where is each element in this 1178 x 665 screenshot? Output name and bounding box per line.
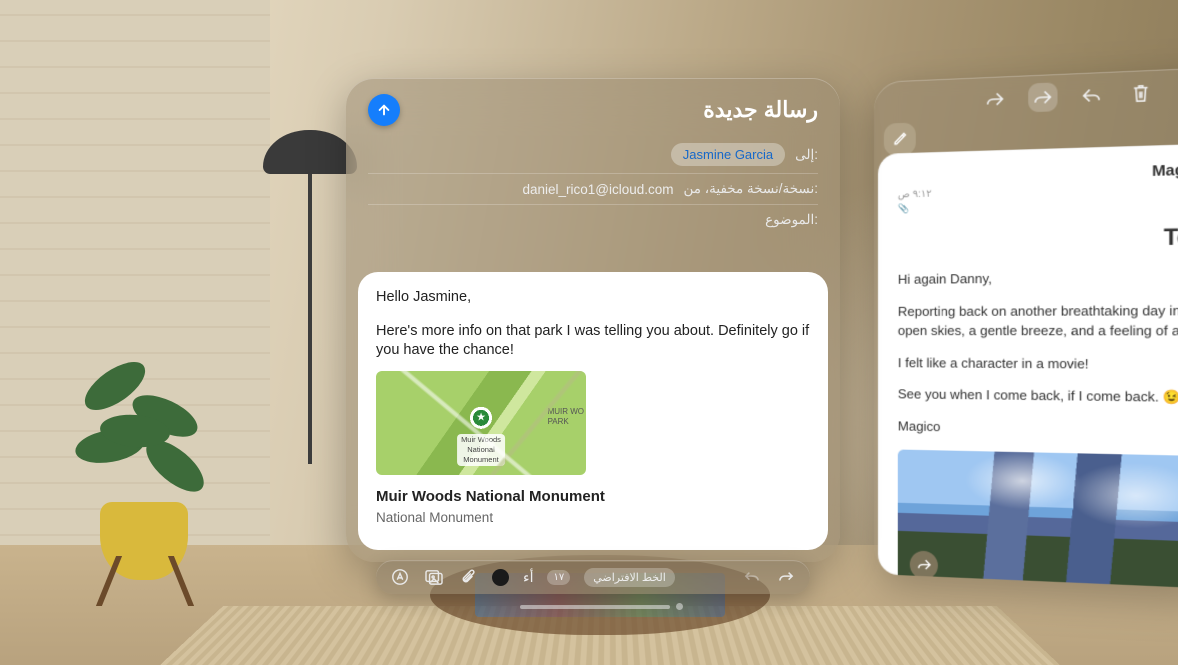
map-side-label: MUIR WO PARK <box>548 407 584 429</box>
compose-title: رسالة جديدة <box>703 97 818 123</box>
reply-icon[interactable] <box>1077 80 1107 110</box>
to-row[interactable]: Jasmine Garcia إلى: <box>346 136 840 173</box>
format-toolbar: أء ١٧ الخط الافتراضي <box>376 560 810 594</box>
reader-toolbar <box>874 67 1178 126</box>
from-email: daniel_rico1@icloud.com <box>522 182 673 197</box>
reader-p3: I felt like a character in a movie! <box>898 354 1178 375</box>
window-close-dot[interactable] <box>676 603 683 610</box>
compose-body[interactable]: Hello Jasmine, Here's more info on that … <box>358 272 828 550</box>
body-greeting: Hello Jasmine, <box>376 288 810 308</box>
compose-window: رسالة جديدة Jasmine Garcia إلى: daniel_r… <box>346 78 840 562</box>
reader-attachment-photo[interactable] <box>898 449 1178 589</box>
markup-icon[interactable] <box>390 567 410 587</box>
reader-signature: Magico <box>898 418 1178 443</box>
cc-row[interactable]: daniel_rico1@icloud.com نسخة/نسخة مخفية،… <box>346 174 840 204</box>
reader-p1: Hi again Danny, <box>898 268 1178 290</box>
photo-insert-icon[interactable] <box>424 567 444 587</box>
share-forward-icon[interactable] <box>981 84 1010 114</box>
body-paragraph: Here's more info on that park I was tell… <box>376 322 810 361</box>
reader-p2: Reporting back on another breathtaking d… <box>898 302 1178 342</box>
trash-icon[interactable] <box>1126 78 1156 109</box>
cc-label: نسخة/نسخة مخفية، من: <box>684 181 818 197</box>
map-preview[interactable]: ★ Muir Woods National Monument MUIR WO P… <box>376 371 586 475</box>
undo-icon[interactable] <box>742 567 762 587</box>
compose-new-button[interactable] <box>884 122 916 155</box>
subject-row[interactable]: الموضوع: <box>346 205 840 235</box>
send-button[interactable] <box>368 94 400 126</box>
text-size-button[interactable]: أء <box>523 569 533 586</box>
rich-link-subtitle: National Monument <box>376 509 810 527</box>
text-color-swatch[interactable] <box>492 569 509 586</box>
mail-reader-window: Magico ٩:١٢ ص 📎 Toda Hi again Danny, Rep… <box>874 67 1178 589</box>
reply-share-icon[interactable] <box>1028 82 1057 112</box>
rich-link-title[interactable]: Muir Woods National Monument <box>376 487 810 507</box>
attachment-icon[interactable] <box>458 567 478 587</box>
map-pin-star-icon: ★ <box>476 410 486 425</box>
subject-label: الموضوع: <box>765 212 818 228</box>
reader-message-body: Magico ٩:١٢ ص 📎 Toda Hi again Danny, Rep… <box>878 143 1178 589</box>
font-picker[interactable]: الخط الافتراضي <box>584 568 675 587</box>
window-grabber[interactable] <box>520 605 670 609</box>
redo-icon[interactable] <box>776 567 796 587</box>
reader-p4: See you when I come back, if I come back… <box>898 386 1178 409</box>
map-pin-label: Muir Woods National Monument <box>457 434 505 467</box>
recipient-chip[interactable]: Jasmine Garcia <box>671 143 785 166</box>
reader-subject: Toda <box>898 220 1178 257</box>
to-label: إلى: <box>795 147 818 163</box>
photo-share-icon[interactable] <box>910 550 938 579</box>
font-size-indicator[interactable]: ١٧ <box>547 570 570 585</box>
